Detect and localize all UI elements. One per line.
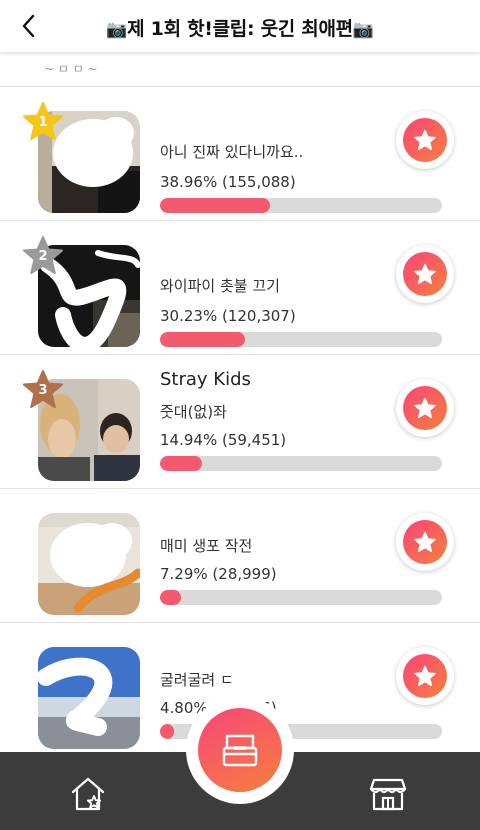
vote-progress-bar bbox=[160, 456, 442, 471]
rank-number: 3 bbox=[38, 383, 48, 398]
vote-button[interactable] bbox=[396, 379, 454, 437]
camera-icon: 📷 bbox=[106, 20, 128, 40]
star-icon bbox=[414, 263, 436, 285]
vote-stat: 30.23% (120,307) bbox=[160, 307, 296, 325]
clip-title: 매미 생포 작전 bbox=[160, 537, 253, 555]
star-icon bbox=[414, 531, 436, 553]
store-icon bbox=[369, 778, 407, 811]
ranking-item[interactable]: 3 Stray Kids 줏대(없)좌 14.94% (59,451) bbox=[0, 355, 480, 489]
clip-title: 굴려굴려 ㄷ bbox=[160, 671, 234, 689]
star-icon bbox=[414, 397, 436, 419]
clip-title: 아니 진짜 있다니까요.. bbox=[160, 143, 304, 161]
vote-stat: 14.94% (59,451) bbox=[160, 431, 287, 449]
ballot-box-icon bbox=[222, 734, 258, 767]
home-star-icon bbox=[71, 777, 105, 811]
vote-progress-bar bbox=[160, 332, 442, 347]
rank-number: 2 bbox=[38, 249, 48, 264]
ballot-box-button[interactable] bbox=[198, 708, 282, 792]
vote-progress-fill bbox=[160, 198, 270, 213]
vote-progress-fill bbox=[160, 332, 246, 347]
vote-progress-bar bbox=[160, 590, 442, 605]
ranking-item[interactable]: 2 와이파이 촛불 끄기 30.23% (120,307) bbox=[0, 221, 480, 355]
ranking-item[interactable]: 매미 생포 작전 7.29% (28,999) bbox=[0, 489, 480, 623]
artist-name: Stray Kids bbox=[160, 369, 251, 390]
vote-stat: 7.29% (28,999) bbox=[160, 565, 277, 583]
ranking-list: 1 아니 진짜 있다니까요.. 38.96% (155,088) 2 와이파이 … bbox=[0, 87, 480, 757]
vote-progress-fill bbox=[160, 590, 181, 605]
rank-number: 1 bbox=[38, 115, 48, 130]
vote-stat: 38.96% (155,088) bbox=[160, 173, 296, 191]
vote-button[interactable] bbox=[396, 245, 454, 303]
rank-badge: 3 bbox=[22, 369, 64, 411]
clip-thumbnail[interactable] bbox=[38, 647, 140, 749]
vote-progress-bar bbox=[160, 198, 442, 213]
vote-button[interactable] bbox=[396, 111, 454, 169]
rank-badge: 1 bbox=[22, 101, 64, 143]
clip-thumbnail[interactable] bbox=[38, 513, 140, 615]
vote-progress-fill bbox=[160, 456, 203, 471]
star-icon bbox=[414, 129, 436, 151]
nav-home-button[interactable] bbox=[68, 774, 108, 814]
star-icon bbox=[414, 665, 436, 687]
page-title: 📷제 1회 핫!클립: 웃긴 최애편📷 bbox=[0, 14, 480, 41]
rank-badge: 2 bbox=[22, 235, 64, 277]
camera-icon: 📷 bbox=[352, 20, 374, 40]
description-text: ~ ㅁ ㅁ ~ bbox=[44, 62, 98, 76]
vote-button[interactable] bbox=[396, 647, 454, 705]
page-title-text: 제 1회 핫!클립: 웃긴 최애편 bbox=[127, 18, 353, 40]
clip-title: 와이파이 촛불 끄기 bbox=[160, 277, 280, 295]
vote-button[interactable] bbox=[396, 513, 454, 571]
clip-title: 줏대(없)좌 bbox=[160, 403, 227, 421]
nav-store-button[interactable] bbox=[368, 774, 408, 814]
vote-progress-fill bbox=[160, 724, 174, 739]
top-app-bar: 📷제 1회 핫!클립: 웃긴 최애편📷 bbox=[0, 0, 480, 52]
bottom-navigation bbox=[0, 696, 480, 830]
ranking-item[interactable]: 1 아니 진짜 있다니까요.. 38.96% (155,088) bbox=[0, 87, 480, 221]
